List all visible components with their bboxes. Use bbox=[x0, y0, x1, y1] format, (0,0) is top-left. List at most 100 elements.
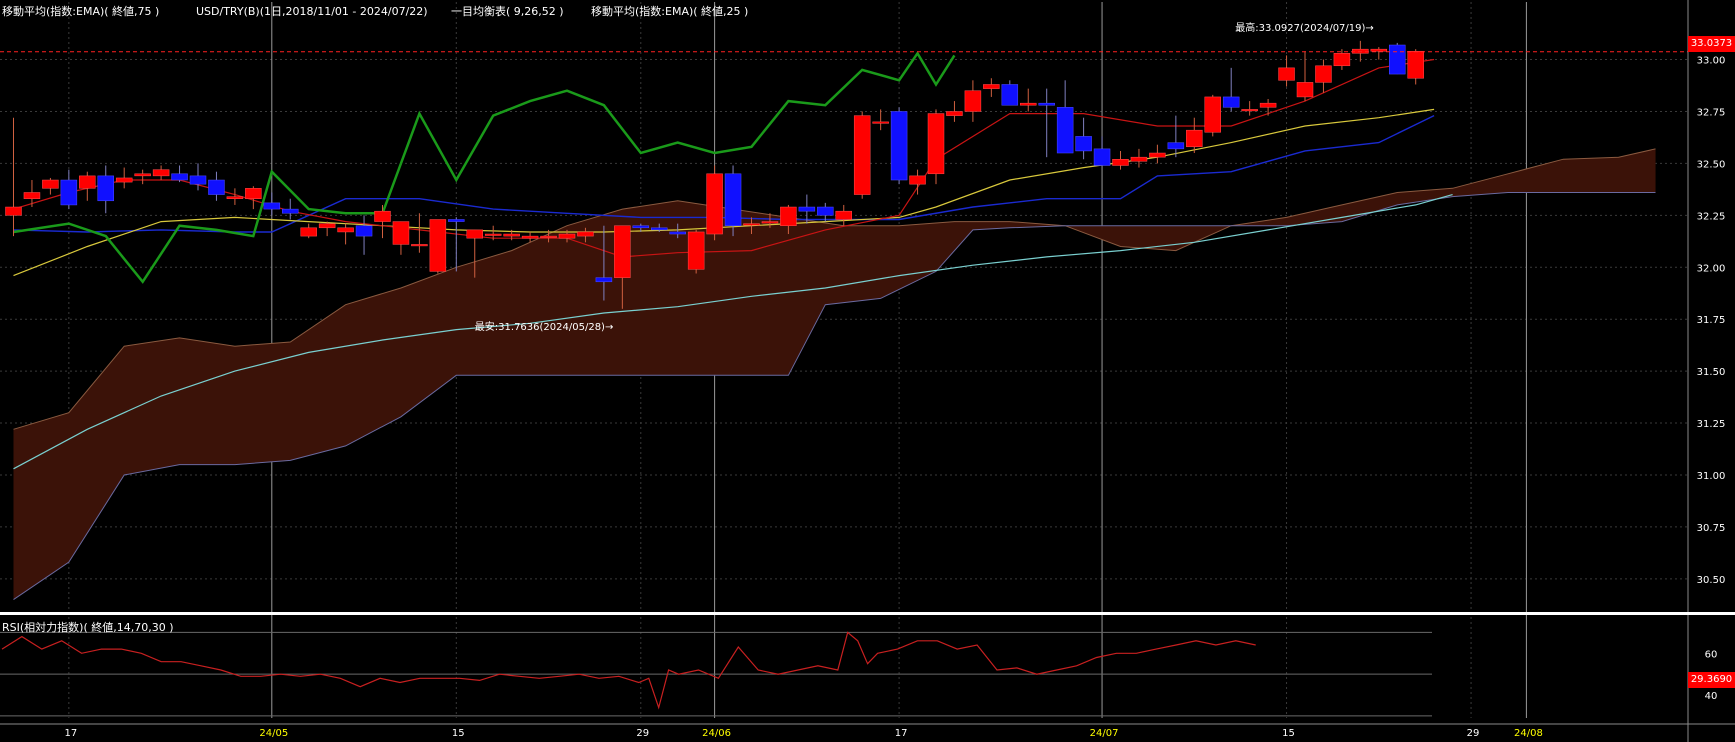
candle-body bbox=[632, 225, 650, 229]
candle-body bbox=[669, 231, 686, 235]
candle-body bbox=[429, 219, 447, 272]
candle-body bbox=[263, 202, 281, 210]
candle-body bbox=[503, 233, 520, 237]
panel-separator bbox=[0, 612, 1735, 615]
candle-body bbox=[171, 173, 188, 181]
candle-body bbox=[60, 179, 78, 206]
candle-body bbox=[780, 206, 797, 226]
candle-body bbox=[890, 111, 908, 181]
candle-body bbox=[1333, 53, 1351, 67]
candle-body bbox=[97, 175, 114, 202]
candle-body bbox=[42, 179, 59, 189]
candle-body bbox=[1020, 102, 1037, 106]
candle-body bbox=[687, 231, 705, 270]
candle-body bbox=[318, 223, 336, 229]
candle-body bbox=[1001, 84, 1019, 106]
candle-body bbox=[1204, 96, 1221, 133]
date-label: 24/07 bbox=[1090, 728, 1119, 739]
date-label: 24/06 bbox=[702, 728, 731, 739]
candle-body bbox=[448, 219, 465, 222]
candle-body bbox=[872, 121, 889, 124]
candle-body bbox=[1222, 96, 1240, 108]
candle-body bbox=[466, 229, 483, 239]
candle-body bbox=[1389, 44, 1406, 75]
candle-body bbox=[1352, 48, 1369, 54]
candle-body bbox=[1149, 152, 1166, 158]
candle-body bbox=[79, 175, 96, 189]
price-tick-label: 31.75 bbox=[1697, 315, 1726, 326]
price-tick-label: 31.50 bbox=[1697, 367, 1726, 378]
candle-body bbox=[1075, 136, 1092, 152]
price-tick-label: 31.00 bbox=[1697, 471, 1726, 482]
candle-body bbox=[484, 233, 502, 236]
candle-body bbox=[595, 277, 613, 283]
candle-body bbox=[835, 210, 852, 220]
candle-body bbox=[540, 235, 557, 238]
candle-body bbox=[411, 244, 428, 247]
candle-body bbox=[134, 173, 151, 177]
candle-body bbox=[724, 173, 742, 226]
candle-body bbox=[374, 210, 391, 222]
candle-body bbox=[1241, 109, 1258, 112]
candle-body bbox=[152, 169, 170, 177]
candle-body bbox=[706, 173, 723, 235]
ichimoku-legend: 一目均衡表( 9,26,52 ) bbox=[451, 5, 564, 18]
candle-body bbox=[1112, 158, 1129, 166]
ema25-legend: 移動平均(指数:EMA)( 終値,25 ) bbox=[591, 5, 749, 18]
price-tick-label: 32.25 bbox=[1697, 211, 1726, 222]
rsi-line bbox=[1, 631, 1256, 710]
last-rsi-tag: 29.3690 bbox=[1688, 672, 1735, 688]
candle-body bbox=[853, 115, 871, 195]
candle-body bbox=[558, 233, 576, 239]
candle-body bbox=[743, 223, 760, 226]
candle-body bbox=[1315, 65, 1332, 83]
candle-body bbox=[337, 227, 354, 233]
date-label: 29 bbox=[1467, 728, 1480, 739]
symbol-legend: USD/TRY(B)(1日,2018/11/01 - 2024/07/22) bbox=[196, 5, 428, 18]
candle-body bbox=[1296, 82, 1314, 98]
price-tick-label: 30.50 bbox=[1697, 575, 1726, 586]
date-label: 24/08 bbox=[1514, 728, 1543, 739]
price-tick-label: 30.75 bbox=[1697, 523, 1726, 534]
price-chart: 33.00 32.75 32.50 32.25 32.00 31.75 31.50 31.25… bbox=[0, 0, 1735, 742]
candle-body bbox=[226, 196, 244, 199]
candle-body bbox=[1407, 50, 1424, 79]
price-tick-label: 31.25 bbox=[1697, 419, 1726, 430]
price-tick-label: 32.00 bbox=[1697, 263, 1726, 274]
candle-body bbox=[1370, 48, 1388, 52]
candle-body bbox=[983, 84, 1000, 89]
candle-body bbox=[817, 206, 834, 216]
candle-body bbox=[1093, 148, 1111, 166]
candle-body bbox=[355, 225, 373, 237]
date-label: 15 bbox=[1282, 728, 1295, 739]
date-label: 17 bbox=[895, 728, 908, 739]
candle-body bbox=[798, 206, 816, 212]
candle-body bbox=[115, 177, 133, 183]
candle-body bbox=[23, 192, 41, 199]
candle-body bbox=[1167, 142, 1185, 150]
low-annotation: 最安:31.7636(2024/05/28)→ bbox=[475, 320, 614, 333]
candle-body bbox=[300, 227, 317, 237]
candle-body bbox=[964, 90, 982, 112]
candle-body bbox=[1278, 67, 1295, 81]
candle-body bbox=[909, 175, 926, 185]
price-tick-label: 33.00 bbox=[1697, 56, 1726, 67]
candle-body bbox=[282, 208, 299, 214]
ema75-legend: 移動平均(指数:EMA)( 終値,75 ) bbox=[2, 5, 160, 18]
candle-body bbox=[946, 111, 963, 116]
date-label: 17 bbox=[64, 728, 77, 739]
candle-body bbox=[1130, 156, 1148, 162]
rsi-tick-label: 60 bbox=[1705, 649, 1718, 660]
date-label: 24/05 bbox=[259, 728, 288, 739]
date-label: 15 bbox=[452, 728, 465, 739]
candle-body bbox=[521, 235, 539, 239]
candle-body bbox=[1259, 102, 1277, 108]
candle-body bbox=[208, 179, 225, 195]
last-price-tag: 33.0373 bbox=[1688, 36, 1735, 52]
candle-body bbox=[392, 221, 410, 245]
candle-body bbox=[577, 231, 594, 237]
candle-body bbox=[1186, 129, 1203, 148]
candle-body bbox=[651, 227, 668, 231]
price-tick-label: 32.75 bbox=[1697, 107, 1726, 118]
candle-body bbox=[189, 175, 207, 185]
